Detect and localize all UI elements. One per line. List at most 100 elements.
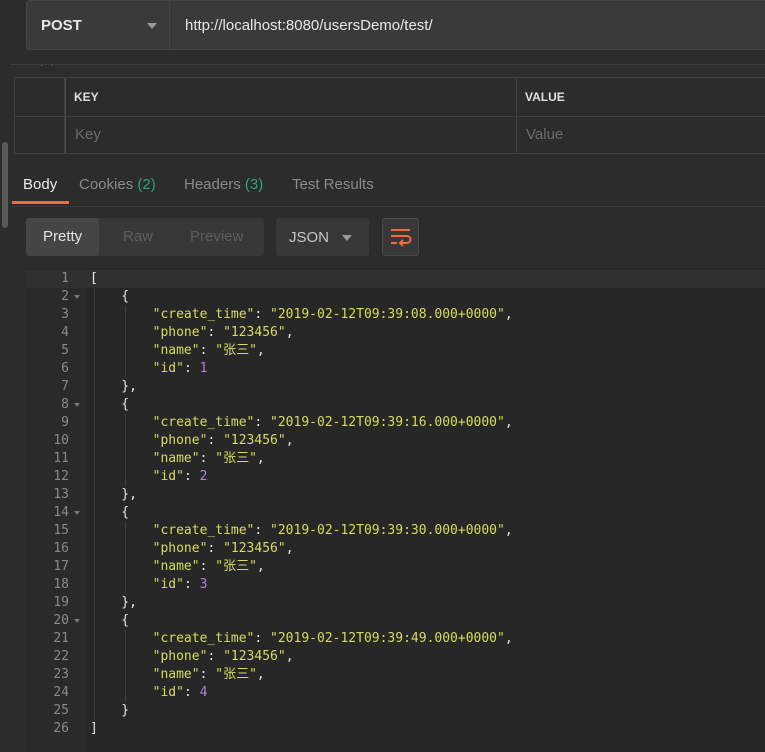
tab-cookies-label: Cookies xyxy=(79,176,134,193)
code-text: } xyxy=(90,703,130,718)
url-text: http://localhost:8080/usersDemo/test/ xyxy=(185,17,433,34)
line-number: 20 xyxy=(53,613,69,628)
method-select[interactable]: POST xyxy=(26,0,170,50)
line-number: 25 xyxy=(53,703,69,718)
code-text: { xyxy=(90,289,130,304)
line-number: 23 xyxy=(53,667,69,682)
scrollbar-thumb[interactable] xyxy=(2,142,8,228)
code-line: 8 { xyxy=(26,396,765,414)
code-line: 9 "create_time": "2019-02-12T09:39:16.00… xyxy=(26,414,765,432)
code-line: 13 }, xyxy=(26,486,765,504)
key-input[interactable]: Key xyxy=(65,116,517,153)
code-text: "phone": "123456", xyxy=(152,433,294,448)
tab-cookies-count: (2) xyxy=(137,176,156,193)
tab-cookies[interactable]: Cookies (2) xyxy=(79,176,156,193)
format-select[interactable]: JSON xyxy=(276,218,369,256)
code-line: 5 "name": "张三", xyxy=(26,342,765,360)
value-input[interactable]: Value xyxy=(517,116,765,153)
code-line: 4 "phone": "123456", xyxy=(26,324,765,342)
code-text: [ xyxy=(90,271,98,286)
line-number: 26 xyxy=(53,721,69,736)
code-text: { xyxy=(90,397,130,412)
code-text: "name": "张三", xyxy=(152,343,265,358)
code-text: "create_time": "2019-02-12T09:39:49.000+… xyxy=(152,631,513,646)
line-number: 2 xyxy=(61,289,69,304)
code-line: 26] xyxy=(26,720,765,738)
code-text: }, xyxy=(90,379,137,394)
header-check-cell xyxy=(15,78,65,116)
indent-guide xyxy=(125,306,127,378)
code-text: "create_time": "2019-02-12T09:39:16.000+… xyxy=(152,415,513,430)
fold-arrow-icon[interactable] xyxy=(74,403,80,407)
code-text: "id": 3 xyxy=(152,577,208,592)
value-header: VALUE xyxy=(525,90,565,104)
indent-guide xyxy=(93,288,95,720)
tab-test-results-label: Test Results xyxy=(292,176,374,193)
row-check-cell[interactable] xyxy=(15,116,65,153)
divider xyxy=(10,64,765,65)
code-text: { xyxy=(90,613,130,628)
raw-button[interactable]: Raw xyxy=(123,218,153,256)
line-number: 22 xyxy=(53,649,69,664)
view-mode-group: Pretty Raw Preview xyxy=(26,218,264,256)
text-wrap-icon xyxy=(391,229,412,247)
fold-arrow-icon[interactable] xyxy=(74,619,80,623)
code-text: "phone": "123456", xyxy=(152,325,294,340)
response-body-code[interactable]: 1[2 {3 "create_time": "2019-02-12T09:39:… xyxy=(26,268,765,752)
value-header-cell: VALUE xyxy=(517,78,765,116)
code-line: 14 { xyxy=(26,504,765,522)
scrollbar-track[interactable] xyxy=(0,64,10,752)
code-text: "create_time": "2019-02-12T09:39:08.000+… xyxy=(152,307,513,322)
line-number: 4 xyxy=(61,325,69,340)
params-table-header: KEY VALUE xyxy=(15,78,765,117)
tab-body[interactable]: Body xyxy=(23,176,57,193)
line-number: 1 xyxy=(61,271,69,286)
pretty-button[interactable]: Pretty xyxy=(26,218,100,256)
code-line: 16 "phone": "123456", xyxy=(26,540,765,558)
chevron-down-icon xyxy=(342,235,352,241)
code-text: "id": 2 xyxy=(152,469,208,484)
indent-guide xyxy=(125,522,127,594)
line-number: 15 xyxy=(53,523,69,538)
line-number: 11 xyxy=(53,451,69,466)
line-number: 9 xyxy=(61,415,69,430)
line-number: 24 xyxy=(53,685,69,700)
line-number: 5 xyxy=(61,343,69,358)
line-number: 12 xyxy=(53,469,69,484)
line-number: 14 xyxy=(53,505,69,520)
line-number: 3 xyxy=(61,307,69,322)
code-line: 20 { xyxy=(26,612,765,630)
fold-arrow-icon[interactable] xyxy=(74,295,80,299)
code-text: }, xyxy=(90,595,137,610)
code-text: "id": 1 xyxy=(152,361,208,376)
code-line: 23 "name": "张三", xyxy=(26,666,765,684)
line-number: 13 xyxy=(53,487,69,502)
format-label: JSON xyxy=(289,229,330,246)
indent-guide xyxy=(125,414,127,486)
wrap-button[interactable] xyxy=(382,218,419,256)
code-text: }, xyxy=(90,487,137,502)
code-line: 17 "name": "张三", xyxy=(26,558,765,576)
code-line: 22 "phone": "123456", xyxy=(26,648,765,666)
line-number: 7 xyxy=(61,379,69,394)
code-line: 1[ xyxy=(26,270,765,288)
tab-body-label: Body xyxy=(23,176,58,193)
preview-button[interactable]: Preview xyxy=(190,218,243,256)
code-text: "phone": "123456", xyxy=(152,649,294,664)
code-text: "name": "张三", xyxy=(152,667,265,682)
line-number: 19 xyxy=(53,595,69,610)
code-line: 19 }, xyxy=(26,594,765,612)
url-input[interactable]: http://localhost:8080/usersDemo/test/ xyxy=(170,0,765,50)
value-placeholder: Value xyxy=(526,126,564,143)
params-table: KEY VALUE Key Value xyxy=(14,77,765,154)
code-text: { xyxy=(90,505,130,520)
params-table-row: Key Value xyxy=(15,116,765,154)
tab-test-results[interactable]: Test Results xyxy=(292,176,374,193)
method-label: POST xyxy=(41,17,82,34)
fold-arrow-icon[interactable] xyxy=(74,511,80,515)
line-number: 21 xyxy=(53,631,69,646)
code-line: 3 "create_time": "2019-02-12T09:39:08.00… xyxy=(26,306,765,324)
code-line: 21 "create_time": "2019-02-12T09:39:49.0… xyxy=(26,630,765,648)
tab-headers[interactable]: Headers (3) xyxy=(184,176,263,193)
chevron-down-icon xyxy=(147,23,157,29)
